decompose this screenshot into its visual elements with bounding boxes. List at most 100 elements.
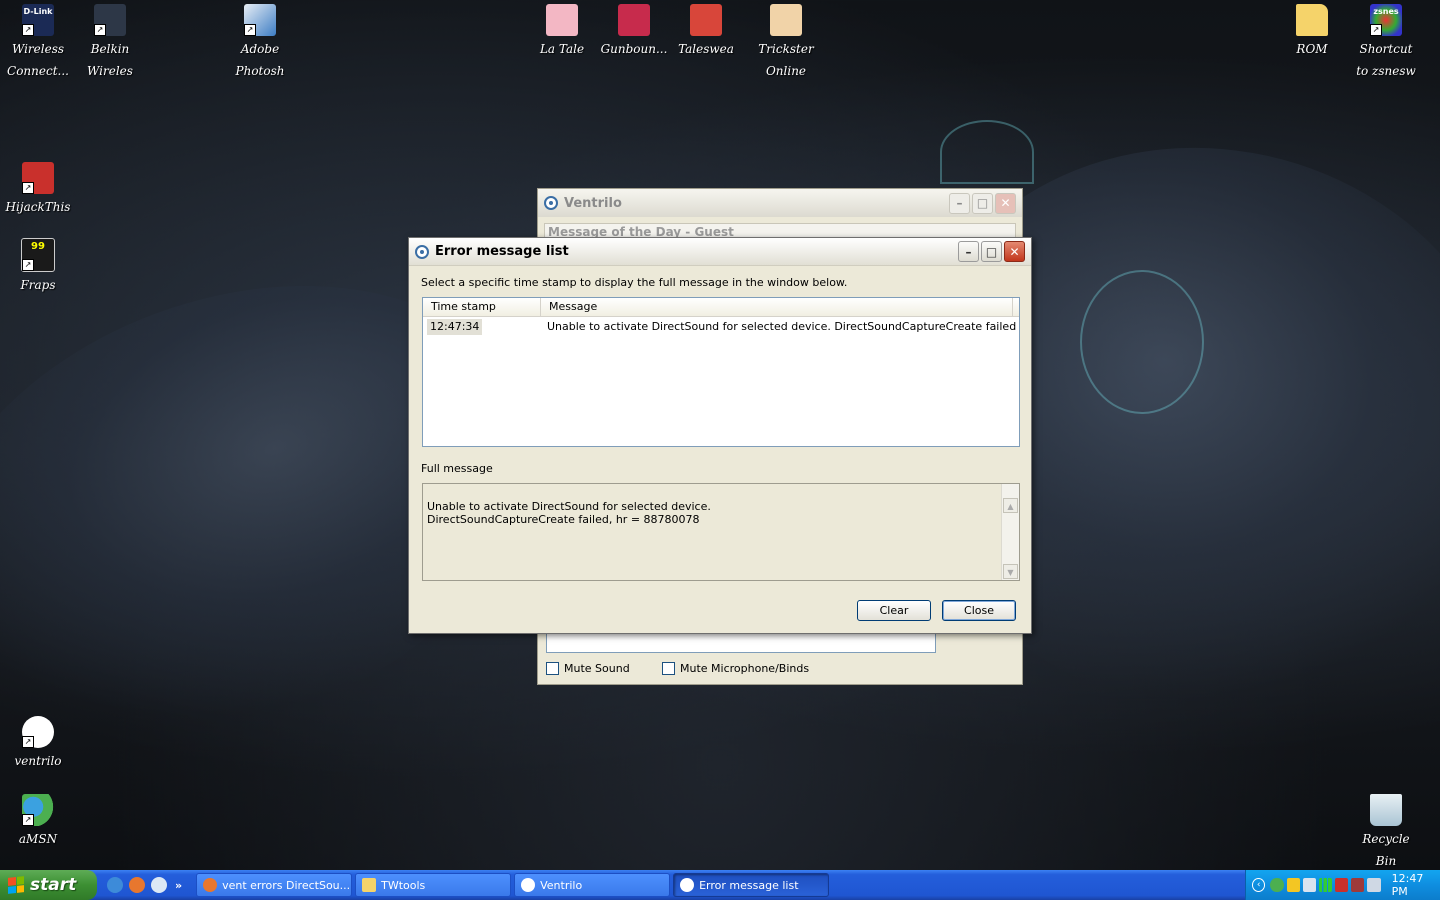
instruction-text: Select a specific time stamp to display … [421,276,848,289]
ventrilo-app-icon [521,878,536,892]
close-dialog-button[interactable]: Close [942,600,1016,621]
row-message[interactable]: Unable to activate DirectSound for selec… [541,319,1017,335]
mute-sound-checkbox[interactable]: Mute Sound [546,662,630,675]
task-ventrilo[interactable]: Ventrilo [514,873,671,897]
checkbox-box[interactable] [546,662,559,675]
desktop-icon-label: Shortcut to zsnesw [1356,42,1416,78]
shortcut-arrow-icon: ↗ [22,736,34,748]
column-header-timestamp[interactable]: Time stamp [423,298,541,316]
desktop-icon-taleswea[interactable]: Taleswеa [668,4,744,60]
scroll-down-icon[interactable]: ▼ [1003,564,1018,579]
quick-launch: » [107,877,182,893]
wireless-signal-icon[interactable] [1318,878,1333,892]
desktop-icon-label: aMSN [18,832,58,846]
ventrilo-title: Ventrilo [564,195,622,211]
error-message-list-window: Error message list – □ ✕ Select a specif… [408,237,1032,634]
minimize-button[interactable]: – [949,192,970,214]
minimize-button[interactable]: – [958,241,979,262]
desktop-icon-label: Recycle Bin [1362,832,1410,868]
desktop-icon-ventrilo[interactable]: ↗ ventrilo [0,716,76,772]
dlink-logo-text: D-Link [23,7,53,16]
maximize-button[interactable]: □ [972,192,993,214]
task-error-message-list[interactable]: Error message list [673,873,830,897]
security-shield-icon[interactable] [1286,878,1300,892]
volume-icon[interactable] [1367,878,1381,892]
shortcut-arrow-icon: ↗ [244,24,256,36]
fraps-logo-text: 99 [31,241,45,252]
shortcut-arrow-icon: ↗ [1370,24,1382,36]
desktop-icon-label: Taleswеa [678,42,734,56]
folder-icon [1296,4,1328,36]
desktop-icon-adobe-photoshop[interactable]: ↗ Adobe Photosh [222,4,298,82]
fraps-icon: 99 ↗ [21,238,55,272]
ventrilo-app-icon [680,878,695,892]
close-button[interactable]: ✕ [1004,241,1025,262]
desktop-icon-rom-folder[interactable]: ROM [1274,4,1350,60]
clock[interactable]: 12:47 PM [1392,872,1440,898]
task-twtools[interactable]: TWtools [355,873,512,897]
desktop-icon-label: ROM [1296,42,1328,56]
desktop-icon-label: Wireless Connect... [7,42,69,78]
desktop-icon-hijackthis[interactable]: ↗ HijackThis [0,162,76,218]
task-label: Ventrilo [540,878,583,892]
close-button[interactable]: ✕ [995,192,1016,214]
start-button[interactable]: start [0,870,97,900]
error-window-titlebar[interactable]: Error message list – □ ✕ [409,238,1031,266]
shortcut-arrow-icon: ↗ [94,24,106,36]
desktop-icon-label: Gunboun... [600,42,668,56]
clear-button[interactable]: Clear [857,600,931,621]
ventrilo-titlebar[interactable]: Ventrilo – □ ✕ [538,189,1022,217]
app-tray-icon[interactable] [1351,878,1365,892]
desktop-icon-label: Trickster Online [758,42,814,78]
full-message-scrollbar[interactable]: ▲ ▼ [1001,484,1019,580]
checkbox-box[interactable] [662,662,675,675]
desktop-icon-zsnes-shortcut[interactable]: zsnes ↗ Shortcut to zsnesw [1348,4,1424,82]
shortcut-arrow-icon: ↗ [22,182,34,194]
amsn-buddy-icon: ↗ [22,794,54,826]
desktop-icon-amsn[interactable]: ↗ aMSN [0,794,76,850]
quick-launch-more-chevron-icon[interactable]: » [175,879,182,892]
list-item[interactable]: 12:47:34 Unable to activate DirectSound … [423,319,1019,335]
ventrilo-app-icon [415,244,429,259]
desktop-icon-label: Fraps [20,278,56,292]
desktop-icon-gunbound[interactable]: Gunboun... [596,4,672,60]
mute-mic-checkbox[interactable]: Mute Microphone/Binds [662,662,809,675]
full-message-text: Unable to activate DirectSound for selec… [427,500,711,526]
internet-explorer-icon[interactable] [107,877,123,893]
scroll-up-icon[interactable]: ▲ [1003,498,1018,513]
wireless-antenna-icon: ↗ [94,4,126,36]
column-header-message[interactable]: Message [541,298,1013,316]
wallpaper-glow-arc [940,120,1034,184]
amsn-tray-icon[interactable] [1270,878,1284,892]
photoshop-icon[interactable] [151,877,167,893]
hijack-tray-icon[interactable] [1335,878,1349,892]
recycle-bin-icon [1370,794,1402,826]
error-list[interactable]: Time stamp Message 12:47:34 Unable to ac… [422,297,1020,447]
firefox-icon[interactable] [129,877,145,893]
full-message-box[interactable]: Unable to activate DirectSound for selec… [422,483,1020,581]
row-timestamp[interactable]: 12:47:34 [427,319,483,335]
desktop-icon-fraps[interactable]: 99 ↗ Fraps [0,238,76,296]
tray-expand-chevron-icon[interactable]: ‹ [1252,878,1266,892]
gunbound-icon [618,4,650,36]
mute-mic-label: Mute Microphone/Binds [680,662,810,675]
desktop-icon-label: Belkin Wireles [87,42,133,78]
task-label: vent errors DirectSou... [222,878,351,892]
chat-input[interactable] [546,633,936,653]
maximize-button[interactable]: □ [981,241,1002,262]
ventrilo-app-icon [544,196,558,210]
monitor-icon[interactable] [1302,878,1316,892]
desktop-icon-belkin-wireless[interactable]: ↗ Belkin Wireles [72,4,148,82]
zsnes-icon: zsnes ↗ [1370,4,1402,36]
taleswea-icon [690,4,722,36]
error-window-title: Error message list [435,244,569,259]
task-vent-errors[interactable]: vent errors DirectSou... [196,873,353,897]
dlink-icon: D-Link ↗ [22,4,54,36]
desktop-icon-la-tale[interactable]: La Tale [524,4,600,60]
desktop-icon-label: Adobe Photosh [235,42,285,78]
desktop-icon-recycle-bin[interactable]: Recycle Bin [1348,794,1424,872]
desktop-icon-trickster-online[interactable]: Trickster Online [748,4,824,82]
desktop-icon-dlink-wireless[interactable]: D-Link ↗ Wireless Connect... [0,4,76,82]
firefox-icon [203,878,218,892]
zsnes-logo-text: zsnes [1373,7,1399,16]
